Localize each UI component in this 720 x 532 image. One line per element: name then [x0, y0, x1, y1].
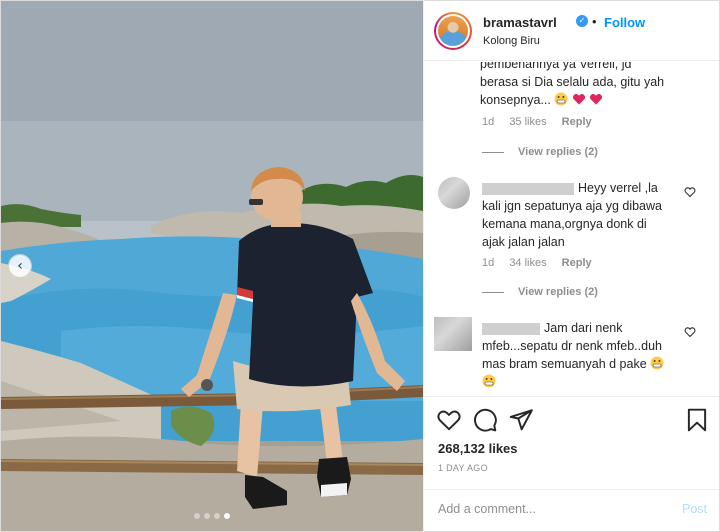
comment-meta: 1d 34 likes Reply	[482, 257, 604, 269]
post-photo[interactable]: ‹	[1, 1, 423, 531]
commenter-username-redacted[interactable]	[482, 322, 540, 335]
commenter-username-redacted[interactable]	[482, 182, 574, 195]
comment-text: Heyy verrel ,la kali jgn sepatunya aja y…	[482, 181, 662, 249]
comment-text: Jam dari nenk mfeb...sepatu dr nenk mfeb…	[482, 319, 692, 391]
post-actions: 268,132 likes 1 DAY AGO	[424, 396, 719, 488]
carousel-dot	[194, 513, 200, 519]
comments-list[interactable]: pemberiannya ya Verrell, jd berasa si Di…	[424, 62, 719, 396]
add-comment-bar: Post	[424, 489, 719, 531]
reply-button[interactable]: Reply	[562, 257, 592, 269]
commenter-avatar[interactable]	[434, 317, 472, 351]
chevron-left-icon: ‹	[17, 258, 23, 274]
heart-icon[interactable]	[436, 407, 462, 433]
comment-age: 1d	[482, 116, 495, 128]
follow-button[interactable]: Follow	[604, 15, 645, 30]
heart-emoji	[590, 93, 603, 105]
likes-count[interactable]: 268,132 likes	[438, 441, 518, 456]
add-comment-input[interactable]	[438, 502, 668, 516]
photo-scene	[1, 1, 423, 531]
reply-button[interactable]: Reply	[562, 116, 592, 128]
carousel-dot	[214, 513, 220, 519]
view-replies-button[interactable]: View replies (2)	[482, 146, 598, 158]
comment-meta: 1d 35 likes Reply	[482, 116, 604, 128]
previous-photo-button[interactable]: ‹	[8, 254, 32, 278]
bookmark-icon[interactable]	[684, 407, 710, 433]
carousel-dot-active	[224, 513, 230, 519]
post-comment-button[interactable]: Post	[682, 502, 707, 516]
comment-likes[interactable]: 35 likes	[509, 116, 546, 128]
comment-likes[interactable]: 34 likes	[509, 257, 546, 269]
commenter-avatar[interactable]	[438, 177, 470, 209]
username[interactable]: bramastavrl	[483, 15, 557, 30]
comment-like-heart-icon[interactable]	[684, 186, 696, 198]
avatar-image	[438, 16, 468, 46]
comment-icon[interactable]	[472, 407, 498, 433]
grimace-emoji	[554, 92, 568, 106]
heart-emoji	[572, 93, 585, 105]
post-timestamp[interactable]: 1 DAY AGO	[438, 463, 488, 473]
location-link[interactable]: Kolong Biru	[483, 35, 540, 47]
avatar[interactable]	[434, 12, 472, 50]
post-side-panel: bramastavrl ✓ • Follow Kolong Biru pembe…	[424, 1, 719, 531]
post-header: bramastavrl ✓ • Follow Kolong Biru	[424, 1, 719, 61]
grimace-emoji	[650, 356, 664, 370]
view-replies-button[interactable]: View replies (2)	[482, 286, 598, 298]
header-separator: •	[592, 14, 597, 29]
carousel-dots	[1, 513, 423, 519]
paper-plane-icon[interactable]	[508, 407, 534, 433]
carousel-dot	[204, 513, 210, 519]
comment-text: pemberiannya ya Verrell, jd berasa si Di…	[480, 62, 665, 107]
grimace-emoji	[482, 374, 496, 388]
comment-age: 1d	[482, 257, 495, 269]
comment-like-heart-icon[interactable]	[684, 326, 696, 338]
verified-badge-icon: ✓	[576, 15, 588, 27]
